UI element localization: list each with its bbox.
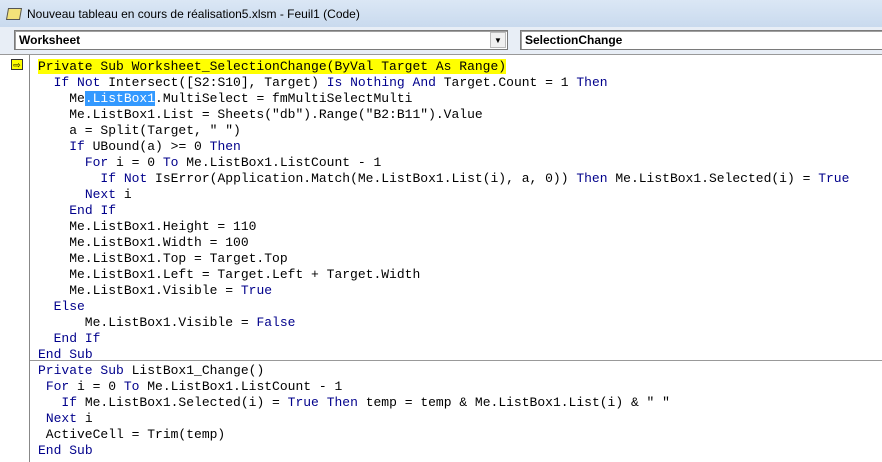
code-line[interactable]: Me.ListBox1.MultiSelect = fmMultiSelectM… [38, 91, 849, 107]
code-line[interactable]: Me.ListBox1.Top = Target.Top [38, 251, 849, 267]
code-line-text: For i = 0 To Me.ListBox1.ListCount - 1 [84, 155, 382, 170]
code-line[interactable]: End If [38, 203, 849, 219]
code-line[interactable]: For i = 0 To Me.ListBox1.ListCount - 1 [38, 155, 849, 171]
code-line-text: a = Split(Target, " ") [38, 123, 241, 138]
window-title: Nouveau tableau en cours de réalisation5… [27, 6, 360, 21]
code-editor[interactable]: ⇨ Private Sub Worksheet_SelectionChange(… [0, 54, 882, 462]
code-line-text: End If [53, 331, 101, 346]
code-line-text: Me.ListBox1.Left = Target.Left + Target.… [38, 267, 421, 282]
code-line[interactable]: End If [38, 331, 849, 347]
code-line[interactable]: Private Sub Worksheet_SelectionChange(By… [38, 59, 849, 75]
text-selection: .ListBox1 [84, 91, 156, 106]
code-line[interactable]: If Not IsError(Application.Match(Me.List… [38, 171, 849, 187]
code-line[interactable]: a = Split(Target, " ") [38, 123, 849, 139]
code-toolbar: Worksheet ▼ SelectionChange [0, 27, 882, 54]
vba-module-icon [5, 7, 23, 20]
code-line-text: End Sub [38, 347, 93, 362]
code-line[interactable]: Else [38, 299, 849, 315]
code-line[interactable]: End Sub [38, 347, 849, 363]
code-line[interactable]: If UBound(a) >= 0 Then [38, 139, 849, 155]
code-line[interactable]: Me.ListBox1.Visible = False [38, 315, 849, 331]
object-dropdown-value: Worksheet [19, 33, 81, 47]
code-line-text: End Sub [38, 443, 93, 458]
code-line-text: Me.ListBox1.List = Sheets("db").Range("B… [38, 107, 483, 122]
code-line-text: If Not Intersect([S2:S10], Target) Is No… [53, 75, 608, 90]
code-line[interactable]: If Not Intersect([S2:S10], Target) Is No… [38, 75, 849, 91]
code-line[interactable]: Me.ListBox1.Height = 110 [38, 219, 849, 235]
code-line[interactable]: Next i [38, 187, 849, 203]
procedure-dropdown-value: SelectionChange [525, 33, 623, 47]
code-line-text: Me.ListBox1.Visible = False [38, 315, 296, 330]
code-line[interactable]: Me.ListBox1.Visible = True [38, 283, 849, 299]
code-line[interactable]: For i = 0 To Me.ListBox1.ListCount - 1 [38, 379, 849, 395]
code-line[interactable]: Me.ListBox1.List = Sheets("db").Range("B… [38, 107, 849, 123]
code-line-text: Me.ListBox1.MultiSelect = fmMultiSelectM… [38, 91, 413, 106]
code-line[interactable]: Me.ListBox1.Left = Target.Left + Target.… [38, 267, 849, 283]
execution-pointer-arrow-icon: ⇨ [11, 59, 23, 70]
chevron-down-icon[interactable]: ▼ [490, 32, 506, 48]
code-line-text: Next i [84, 187, 132, 202]
code-line[interactable]: Me.ListBox1.Width = 100 [38, 235, 849, 251]
code-line-text: If UBound(a) >= 0 Then [69, 139, 241, 154]
code-line-text: Private Sub ListBox1_Change() [38, 363, 265, 378]
margin-indicator-bar[interactable]: ⇨ [0, 55, 30, 462]
code-line[interactable]: ActiveCell = Trim(temp) [38, 427, 849, 443]
code-line-text: Me.ListBox1.Width = 100 [38, 235, 249, 250]
code-line-text: Me.ListBox1.Height = 110 [38, 219, 257, 234]
code-line-text: End If [69, 203, 117, 218]
code-line[interactable]: Private Sub ListBox1_Change() [38, 363, 849, 379]
code-line-text: Else [53, 299, 85, 314]
code-text[interactable]: Private Sub Worksheet_SelectionChange(By… [38, 59, 849, 459]
code-line-text: Me.ListBox1.Top = Target.Top [38, 251, 288, 266]
code-line[interactable]: If Me.ListBox1.Selected(i) = True Then t… [38, 395, 849, 411]
code-line-text: ActiveCell = Trim(temp) [38, 427, 226, 442]
code-line-text: For i = 0 To Me.ListBox1.ListCount - 1 [45, 379, 343, 394]
code-line-text: If Me.ListBox1.Selected(i) = True Then t… [61, 395, 670, 410]
code-line[interactable]: End Sub [38, 443, 849, 459]
code-line-text: Private Sub Worksheet_SelectionChange(By… [38, 59, 507, 74]
object-dropdown[interactable]: Worksheet ▼ [14, 30, 508, 50]
code-line-text: Me.ListBox1.Visible = True [38, 283, 273, 298]
title-bar: Nouveau tableau en cours de réalisation5… [0, 0, 882, 27]
code-line[interactable]: Next i [38, 411, 849, 427]
code-line-text: If Not IsError(Application.Match(Me.List… [100, 171, 850, 186]
procedure-dropdown[interactable]: SelectionChange [520, 30, 882, 50]
code-line-text: Next i [45, 411, 93, 426]
